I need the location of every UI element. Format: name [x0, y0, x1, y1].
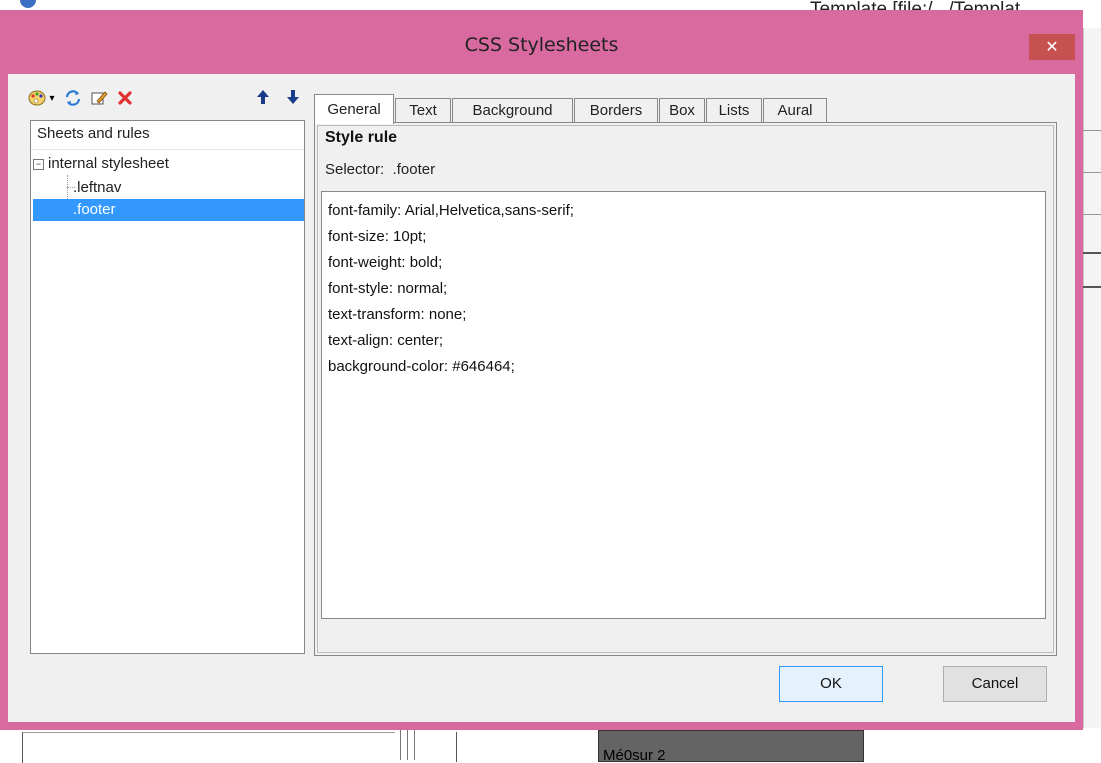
selector-value: .footer: [392, 161, 436, 178]
tree-item-footer[interactable]: .footer: [33, 199, 304, 221]
style-rule-heading: Style rule: [325, 129, 398, 146]
collapse-icon[interactable]: −: [33, 159, 44, 170]
palette-icon[interactable]: [26, 88, 48, 110]
refresh-icon[interactable]: [62, 88, 84, 110]
ok-button[interactable]: OK: [779, 666, 883, 702]
background-right-panel: [1083, 28, 1101, 728]
declarations-textarea[interactable]: font-family: Arial,Helvetica,sans-serif;…: [321, 191, 1046, 619]
tree-header: Sheets and rules: [31, 121, 304, 150]
background-divider: [1083, 252, 1101, 254]
tab-general[interactable]: General: [314, 94, 394, 124]
tab-background[interactable]: Background: [452, 98, 573, 122]
selector-line: Selector: .footer: [325, 161, 435, 178]
declaration-line: font-style: normal;: [328, 280, 448, 297]
sheets-and-rules-tree[interactable]: Sheets and rules − internal stylesheet .l…: [30, 120, 305, 654]
declaration-line: background-color: #646464;: [328, 358, 515, 375]
background-splitter-line: [414, 730, 415, 760]
tab-text[interactable]: Text: [395, 98, 451, 122]
css-stylesheets-dialog: CSS Stylesheets ✕ ▾ Sheets and rules − i…: [0, 10, 1083, 730]
general-tab-panel: Style rule Selector: .footer font-family…: [314, 122, 1057, 656]
dialog-client-area: ▾ Sheets and rules −internal stylesheet: [8, 74, 1075, 722]
background-footer-block: Mé0sur 2: [598, 730, 864, 762]
dialog-titlebar[interactable]: CSS Stylesheets ✕: [0, 10, 1083, 72]
background-splitter[interactable]: [400, 730, 408, 760]
declaration-line: font-size: 10pt;: [328, 228, 427, 245]
background-divider: [1083, 172, 1101, 173]
tree-item-label: internal stylesheet: [48, 155, 169, 172]
declaration-line: font-weight: bold;: [328, 254, 443, 271]
tab-borders[interactable]: Borders: [574, 98, 658, 122]
dropdown-arrow-icon[interactable]: ▾: [46, 88, 58, 110]
tab-lists[interactable]: Lists: [706, 98, 762, 122]
tree-item-leftnav[interactable]: .leftnav: [73, 177, 293, 199]
dialog-title: CSS Stylesheets: [464, 34, 619, 56]
tree-item-internal-stylesheet[interactable]: − internal stylesheet: [33, 153, 303, 175]
tree-item-label: .footer: [73, 201, 116, 218]
background-divider: [1083, 130, 1101, 131]
close-icon: ✕: [1045, 37, 1059, 56]
app-icon: [20, 0, 36, 8]
declaration-line: text-transform: none;: [328, 306, 467, 323]
move-up-icon[interactable]: [252, 88, 274, 110]
declaration-line: font-family: Arial,Helvetica,sans-serif;: [328, 202, 574, 219]
cancel-button[interactable]: Cancel: [943, 666, 1047, 702]
edit-icon[interactable]: [88, 88, 110, 110]
tree-item-label: .leftnav: [73, 179, 122, 196]
background-divider: [1083, 214, 1101, 215]
move-down-icon[interactable]: [282, 88, 304, 110]
selector-label: Selector:: [325, 161, 385, 178]
tab-box[interactable]: Box: [659, 98, 705, 122]
declaration-line: text-align: center;: [328, 332, 444, 349]
stylesheet-toolbar: ▾: [26, 88, 308, 112]
background-left-pane: [22, 732, 395, 763]
tab-aural[interactable]: Aural: [763, 98, 827, 122]
delete-icon[interactable]: [114, 88, 136, 110]
background-divider: [1083, 286, 1101, 288]
close-button[interactable]: ✕: [1029, 34, 1075, 60]
